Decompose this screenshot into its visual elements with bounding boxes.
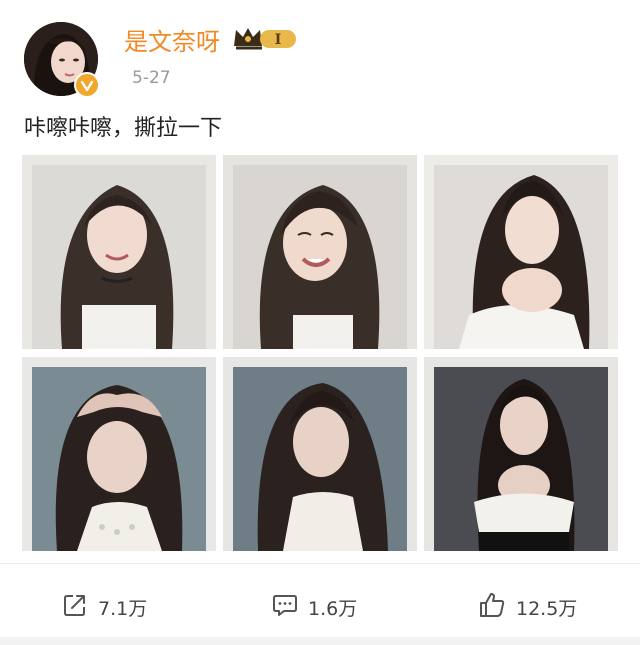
share-count: 7.1万 <box>98 597 148 620</box>
photo-1[interactable] <box>22 155 216 349</box>
like-button[interactable]: 12.5万 <box>478 590 577 624</box>
photo-6[interactable] <box>424 357 618 551</box>
level-badge: I <box>275 32 282 48</box>
share-button[interactable]: 7.1万 <box>62 590 147 624</box>
comment-button[interactable]: 1.6万 <box>272 590 357 624</box>
bottom-separator <box>0 637 640 645</box>
photo-2[interactable] <box>223 155 417 349</box>
photo-3[interactable] <box>424 155 618 349</box>
photo-4[interactable] <box>22 357 216 551</box>
post-text: 咔嚓咔嚓，撕拉一下 <box>24 116 223 141</box>
crown-badge-icon[interactable]: I <box>232 24 298 52</box>
comment-icon <box>272 592 298 623</box>
username[interactable]: 是文奈呀 <box>124 22 220 57</box>
comment-count: 1.6万 <box>308 597 358 620</box>
photo-5[interactable] <box>223 357 417 551</box>
post-date: 5-27 <box>132 68 171 88</box>
divider <box>0 563 640 564</box>
photo-grid <box>22 155 618 551</box>
share-icon <box>62 592 88 623</box>
avatar[interactable] <box>24 22 100 98</box>
like-count: 12.5万 <box>516 597 578 620</box>
like-icon <box>478 591 506 624</box>
verified-icon <box>74 72 100 98</box>
